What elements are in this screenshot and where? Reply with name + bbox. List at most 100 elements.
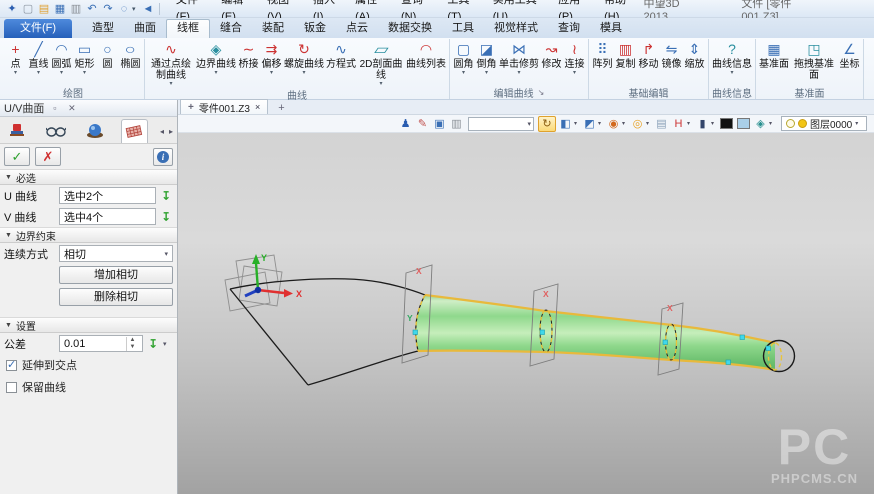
erase-icon[interactable]: ✎ (414, 116, 431, 132)
ribbon-tab-7[interactable]: 数据交换 (378, 19, 442, 38)
modify-curve-button[interactable]: ↝修改 (540, 39, 563, 70)
shadow-icon[interactable]: ▮ (694, 116, 711, 132)
dialog-launcher-icon[interactable]: ↘ (538, 88, 545, 97)
chevron-down-icon[interactable]: ▾ (163, 340, 171, 348)
chamfer-button[interactable]: ◪倒角▾ (475, 39, 498, 77)
chevron-down-icon[interactable]: ▾ (60, 70, 63, 77)
scene-icon[interactable]: ▣ (431, 116, 448, 132)
boundary-wireframe-curves[interactable] (230, 279, 425, 385)
remove-tangent-button[interactable]: 删除相切 (59, 288, 173, 306)
ok-button[interactable]: ✓ (4, 147, 30, 166)
ribbon-tab-9[interactable]: 视觉样式 (484, 19, 548, 38)
ribbon-tab-2[interactable]: 线框 (166, 19, 210, 38)
curve-list-button[interactable]: ◠曲线列表 (405, 39, 447, 70)
ribbon-tab-6[interactable]: 点云 (336, 19, 378, 38)
u-insert-icon[interactable]: ↧ (159, 189, 173, 203)
point-button[interactable]: +点▾ (4, 39, 27, 77)
new-file-icon[interactable]: ▢ (20, 1, 36, 17)
shade-mode-icon[interactable]: ◧ (557, 116, 574, 132)
ribbon-tab-5[interactable]: 钣金 (294, 19, 336, 38)
offset-curve-button[interactable]: ⇉偏移▾ (260, 39, 283, 77)
fillet-button[interactable]: ▢圆角▾ (452, 39, 475, 77)
chevron-down-icon[interactable]: ▾ (711, 120, 718, 127)
chevron-down-icon[interactable]: ▾ (83, 70, 86, 77)
add-tangent-button[interactable]: 增加相切 (59, 266, 173, 284)
chevron-down-icon[interactable]: ▾ (379, 81, 382, 88)
line-button[interactable]: ╱直线▾ (27, 39, 50, 77)
2d-section-curve-button[interactable]: ▱2D剖面曲线▾ (357, 39, 405, 88)
view-name-combo[interactable]: ▾ (468, 117, 534, 131)
ribbon-tab-8[interactable]: 工具 (442, 19, 484, 38)
v-curves-field[interactable]: 选中4个 (59, 208, 156, 225)
chevron-down-icon[interactable]: ▾ (646, 120, 653, 127)
info-button[interactable]: i (153, 148, 173, 166)
tolerance-input[interactable]: 0.01 ▲▼ (59, 335, 143, 352)
arrow-right-icon[interactable]: ▸ (169, 127, 173, 136)
open-folder-icon[interactable]: ▤ (36, 1, 52, 17)
move-button[interactable]: ↱移动 (637, 39, 660, 70)
boundary-curve-button[interactable]: ◈边界曲线▾ (195, 39, 237, 77)
render-mode-icon[interactable]: ◉ (605, 116, 622, 132)
circle-button[interactable]: ○圆 (96, 39, 119, 70)
drag-datum-plane-button[interactable]: ◳拖拽基准面 (790, 39, 838, 81)
background-icon[interactable]: ◎ (629, 116, 646, 132)
pattern-button[interactable]: ⠿阵列 (591, 39, 614, 70)
panel-restore-icon[interactable]: ▫ (48, 103, 61, 113)
spiral-curve-button[interactable]: ↻螺旋曲线▾ (283, 39, 325, 77)
stats-icon[interactable]: ▥ (448, 116, 465, 132)
equation-curve-button[interactable]: ∿方程式 (325, 39, 357, 70)
extend-checkbox[interactable] (6, 360, 17, 371)
scale-button[interactable]: ⇕缩放 (683, 39, 706, 70)
ellipse-button[interactable]: ○椭圆 (119, 39, 142, 70)
face-color-swatch[interactable] (720, 118, 733, 129)
curve-info-button[interactable]: ?曲线信息▾ (711, 39, 753, 77)
v-insert-icon[interactable]: ↧ (159, 210, 173, 224)
chevron-down-icon[interactable]: ▾ (598, 120, 605, 127)
section-required[interactable]: ▼ 必选 (0, 169, 177, 185)
chevron-down-icon[interactable]: ▾ (687, 120, 694, 127)
ribbon-tab-3[interactable]: 缝合 (210, 19, 252, 38)
chevron-down-icon[interactable]: ▾ (462, 70, 465, 77)
tolerance-insert-icon[interactable]: ↧ (146, 337, 160, 351)
cancel-button[interactable]: ✗ (35, 147, 61, 166)
copy-button[interactable]: ▥复制 (614, 39, 637, 70)
viewport-3d[interactable]: X Y X X X Y (178, 133, 874, 494)
undo-icon[interactable]: ↶ (84, 1, 100, 17)
close-tab-icon[interactable]: × (255, 102, 260, 112)
rotate-view-button[interactable]: ↻ (538, 116, 556, 132)
section-boundary[interactable]: ▼ 边界约束 (0, 227, 177, 243)
chevron-down-icon[interactable]: ▾ (573, 70, 576, 77)
chevron-down-icon[interactable]: ▾ (574, 120, 581, 127)
chevron-down-icon[interactable]: ▾ (769, 120, 776, 127)
file-menu-button[interactable]: 文件(F) (4, 19, 72, 38)
chevron-down-icon[interactable]: ▾ (855, 120, 862, 127)
model-canvas[interactable]: X Y X X X Y (178, 133, 874, 494)
continuity-select[interactable]: 相切 ▾ (59, 245, 173, 262)
chevron-down-icon[interactable]: ▾ (270, 70, 273, 77)
tab-render-sphere[interactable] (82, 119, 109, 143)
arrow-left-icon[interactable]: ◂ (160, 127, 164, 136)
ribbon-tab-4[interactable]: 装配 (252, 19, 294, 38)
ribbon-tab-0[interactable]: 造型 (82, 19, 124, 38)
tab-surface-mesh[interactable] (121, 119, 148, 143)
ribbon-tab-10[interactable]: 查询 (548, 19, 590, 38)
highlight-color-swatch[interactable] (737, 118, 750, 129)
app-logo-icon[interactable]: ✦ (4, 1, 20, 17)
origin-triad[interactable]: X Y (245, 253, 302, 299)
redo-icon[interactable]: ↷ (100, 1, 116, 17)
document-tab[interactable]: + 零件001.Z3 × (180, 99, 268, 114)
surface-display-icon[interactable]: ◈ (752, 116, 769, 132)
tolerance-spinner[interactable]: ▲▼ (126, 337, 138, 351)
chevron-down-icon[interactable]: ▾ (485, 70, 488, 77)
ribbon-tab-1[interactable]: 曲面 (124, 19, 166, 38)
coordinate-button[interactable]: ∠坐标 (838, 39, 861, 70)
panel-tab-scroll[interactable]: ◂ ▸ (160, 127, 173, 143)
print-icon[interactable]: ▥ (68, 1, 84, 17)
bridge-curve-button[interactable]: ∼桥接 (237, 39, 260, 70)
arc-button[interactable]: ◠圆弧▾ (50, 39, 73, 77)
mirror-button[interactable]: ⇋镜像 (660, 39, 683, 70)
image-icon[interactable]: ▤ (653, 116, 670, 132)
chevron-down-icon[interactable]: ▾ (527, 120, 533, 128)
chevron-down-icon[interactable]: ▾ (132, 5, 140, 13)
display-mode-icon[interactable]: ◩ (581, 116, 598, 132)
